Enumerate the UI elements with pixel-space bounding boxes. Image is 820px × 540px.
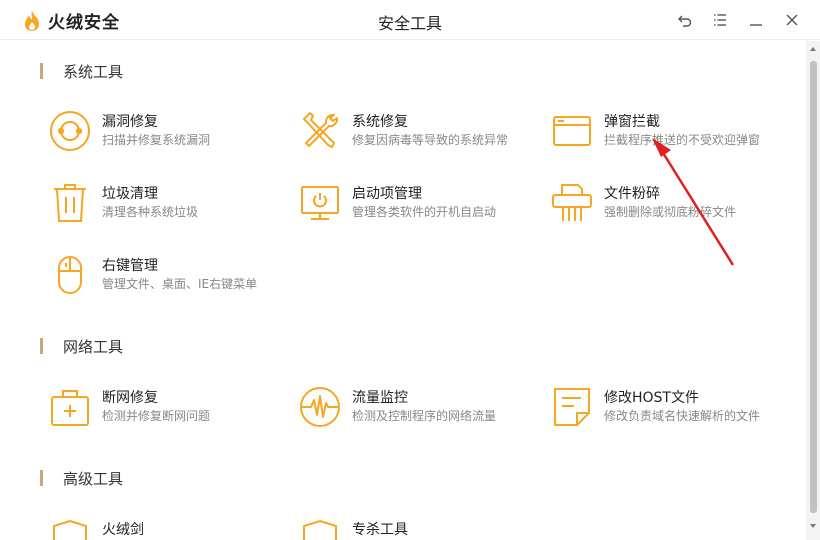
tool-name: 弹窗拦截 [604, 114, 660, 130]
tool-name: 专杀工具 [352, 522, 408, 538]
tool-desc: 修改负责域名快速解析的文件 [604, 409, 761, 423]
tool-name: 修改HOST文件 [604, 390, 699, 406]
tool-name: 断网修复 [102, 390, 158, 406]
tool-name: 漏洞修复 [102, 114, 158, 130]
close-icon[interactable] [782, 10, 802, 30]
tool-desc: 管理文件、桌面、IE右键菜单 [102, 277, 258, 291]
traffic-wave-icon [300, 387, 340, 427]
tool-vulnerability-fix[interactable]: 漏洞修复 扫描并修复系统漏洞 [48, 109, 288, 159]
tool-context-menu-manager[interactable]: 右键管理 管理文件、桌面、IE右键菜单 [48, 253, 288, 303]
tool-name: 火绒剑 [102, 522, 144, 538]
tool-desc: 检测并修复断网问题 [102, 409, 211, 423]
shredder-icon [552, 184, 592, 221]
trash-bin-icon [54, 184, 86, 222]
section-title-system: 系统工具 [40, 62, 123, 81]
back-icon[interactable] [675, 10, 695, 30]
tool-desc: 检测及控制程序的网络流量 [352, 409, 497, 423]
menu-icon[interactable] [710, 10, 730, 30]
tool-desc: 扫描并修复系统漏洞 [102, 133, 211, 147]
tool-file-shredder[interactable]: 文件粉碎 强制删除或彻底粉碎文件 [550, 181, 790, 231]
tool-network-repair[interactable]: 断网修复 检测并修复断网问题 [48, 385, 288, 435]
scrollbar-thumb[interactable] [810, 61, 817, 513]
monitor-power-icon [301, 186, 339, 220]
tool-desc: 拦截程序推送的不受欢迎弹窗 [604, 133, 761, 147]
tool-desc: 修复因病毒等导致的系统异常 [352, 133, 509, 147]
wrench-screwdriver-icon [303, 112, 339, 148]
scroll-up-icon[interactable] [809, 45, 817, 53]
scroll-down-icon[interactable] [809, 522, 817, 530]
tool-huorong-sword[interactable]: 火绒剑 [48, 517, 288, 540]
vertical-scrollbar[interactable] [806, 41, 820, 540]
minimize-icon[interactable] [746, 10, 766, 30]
tools-panel: 系统工具 漏洞修复 扫描并修复系统漏洞 系统修复 修复因病毒等导致的系统异常 弹… [0, 41, 806, 540]
tool-traffic-monitor[interactable]: 流量监控 检测及控制程序的网络流量 [298, 385, 538, 435]
tool-startup-manager[interactable]: 启动项管理 管理各类软件的开机自启动 [298, 181, 538, 231]
window-title: 安全工具 [377, 14, 442, 33]
title-bar: 火绒安全 安全工具 [0, 0, 820, 40]
tool-desc: 清理各种系统垃圾 [102, 205, 199, 219]
tool-name: 启动项管理 [352, 186, 422, 202]
shield-icon [53, 519, 87, 540]
tool-edit-host-file[interactable]: 修改HOST文件 修改负责域名快速解析的文件 [550, 385, 790, 435]
vulnerability-fix-icon [50, 111, 90, 151]
shield-icon [303, 519, 337, 540]
mouse-icon [58, 256, 82, 294]
section-title-network: 网络工具 [40, 337, 123, 356]
host-file-icon [554, 388, 590, 426]
tool-system-repair[interactable]: 系统修复 修复因病毒等导致的系统异常 [298, 109, 538, 159]
tool-special-killer[interactable]: 专杀工具 [298, 517, 538, 540]
first-aid-kit-icon [51, 390, 89, 426]
tool-desc: 强制删除或彻底粉碎文件 [604, 205, 737, 219]
tool-name: 流量监控 [352, 390, 408, 406]
tool-name: 系统修复 [352, 114, 408, 130]
tool-name: 垃圾清理 [102, 186, 158, 202]
tool-popup-block[interactable]: 弹窗拦截 拦截程序推送的不受欢迎弹窗 [550, 109, 790, 159]
tool-name: 文件粉碎 [604, 186, 660, 202]
popup-window-icon [553, 116, 591, 146]
tool-name: 右键管理 [102, 258, 158, 274]
tool-desc: 管理各类软件的开机自启动 [352, 205, 497, 219]
section-title-advanced: 高级工具 [40, 469, 123, 488]
tool-junk-clean[interactable]: 垃圾清理 清理各种系统垃圾 [48, 181, 288, 231]
